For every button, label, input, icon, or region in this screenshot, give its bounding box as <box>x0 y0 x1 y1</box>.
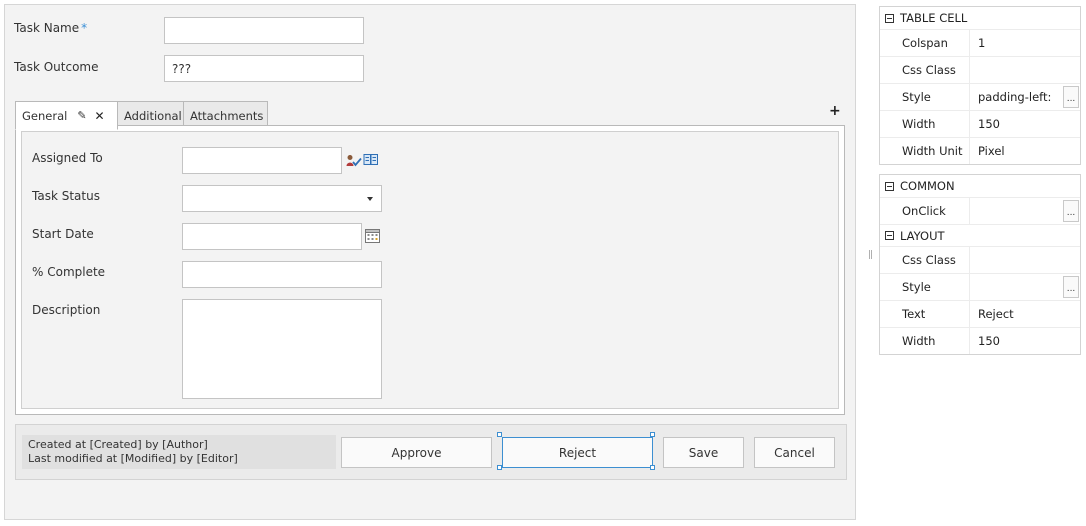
close-icon[interactable]: ✕ <box>95 109 105 123</box>
section-title: TABLE CELL <box>900 11 968 25</box>
property-name: Text <box>880 301 970 327</box>
selection-handle-bottom-right[interactable] <box>650 465 655 470</box>
save-button[interactable]: Save <box>663 437 744 468</box>
property-name: Css Class <box>880 247 970 273</box>
property-value-text: padding-left: <box>978 90 1052 104</box>
tab-panel-general: Assigned To Task Status Start Date % Com… <box>15 125 845 415</box>
table-cell-properties-panel: TABLE CELL Colspan 1 Css Class Style pad… <box>879 6 1081 165</box>
description-label: Description <box>32 303 101 317</box>
panel-splitter[interactable]: || <box>868 250 873 260</box>
property-value[interactable] <box>970 247 1080 273</box>
ellipsis-button[interactable]: ... <box>1063 276 1079 298</box>
property-row-width[interactable]: Width 150 <box>880 110 1080 137</box>
property-name: Width <box>880 328 970 354</box>
audit-info: Created at [Created] by [Author] Last mo… <box>22 435 336 469</box>
property-name: Colspan <box>880 30 970 56</box>
plus-icon[interactable]: + <box>829 103 841 119</box>
required-marker: * <box>81 21 88 35</box>
table-cell-section-header[interactable]: TABLE CELL <box>880 7 1080 29</box>
people-picker-icon[interactable] <box>346 154 362 168</box>
property-name: Css Class <box>880 57 970 83</box>
task-outcome-input[interactable]: ??? <box>164 55 364 82</box>
assigned-to-label: Assigned To <box>32 151 103 165</box>
property-name: Width <box>880 111 970 137</box>
tab-attachments-label: Attachments <box>190 108 264 123</box>
property-value[interactable]: Pixel <box>970 138 1080 164</box>
property-row-width[interactable]: Width 150 <box>880 327 1080 354</box>
cancel-button[interactable]: Cancel <box>754 437 835 468</box>
reject-button[interactable]: Reject <box>502 437 653 468</box>
percent-complete-input[interactable] <box>182 261 382 288</box>
section-title: COMMON <box>900 179 955 193</box>
general-fields-container: Assigned To Task Status Start Date % Com… <box>21 131 839 409</box>
property-row-width-unit[interactable]: Width Unit Pixel <box>880 137 1080 164</box>
property-value[interactable]: 150 <box>970 111 1080 137</box>
selection-handle-top-left[interactable] <box>497 432 502 437</box>
common-section-header[interactable]: COMMON <box>880 175 1080 197</box>
property-value[interactable]: padding-left: ... <box>970 84 1080 110</box>
assigned-to-input[interactable] <box>182 147 342 174</box>
approve-button[interactable]: Approve <box>341 437 492 468</box>
modified-info-text: Last modified at [Modified] by [Editor] <box>28 452 238 465</box>
property-row-css-class[interactable]: Css Class <box>880 56 1080 83</box>
property-row-onclick[interactable]: OnClick ... <box>880 197 1080 224</box>
selection-handle-bottom-left[interactable] <box>497 465 502 470</box>
collapse-icon[interactable] <box>885 181 894 191</box>
property-name: OnClick <box>880 198 970 224</box>
property-name: Style <box>880 84 970 110</box>
property-value[interactable]: 150 <box>970 328 1080 354</box>
task-outcome-label: Task Outcome <box>14 60 99 74</box>
property-name: Style <box>880 274 970 300</box>
description-textarea[interactable] <box>182 299 382 399</box>
property-row-text[interactable]: Text Reject <box>880 300 1080 327</box>
property-value[interactable]: 1 <box>970 30 1080 56</box>
property-value[interactable]: ... <box>970 274 1080 300</box>
ellipsis-button[interactable]: ... <box>1063 86 1079 108</box>
created-info-text: Created at [Created] by [Author] <box>28 438 208 451</box>
property-row-style[interactable]: Style padding-left: ... <box>880 83 1080 110</box>
calendar-icon[interactable] <box>365 229 380 243</box>
form-designer-canvas: Task Name * Task Outcome ??? General ✎ ✕ … <box>4 4 856 520</box>
task-status-label: Task Status <box>32 189 100 203</box>
collapse-icon[interactable] <box>885 231 894 240</box>
ellipsis-button[interactable]: ... <box>1063 200 1079 222</box>
task-name-input[interactable] <box>164 17 364 44</box>
start-date-label: Start Date <box>32 227 94 241</box>
percent-complete-label: % Complete <box>32 265 106 279</box>
layout-section-header[interactable]: LAYOUT <box>880 224 1080 246</box>
section-title: LAYOUT <box>900 228 945 243</box>
tab-general[interactable]: General ✎ ✕ <box>15 101 118 130</box>
pencil-icon[interactable]: ✎ <box>77 109 86 122</box>
property-value[interactable]: Reject <box>970 301 1080 327</box>
start-date-input[interactable] <box>182 223 362 250</box>
task-status-select[interactable] <box>182 185 382 212</box>
tab-additional-label: Additional <box>124 108 182 123</box>
address-book-icon[interactable] <box>363 153 379 167</box>
property-row-style[interactable]: Style ... <box>880 273 1080 300</box>
property-row-colspan[interactable]: Colspan 1 <box>880 29 1080 56</box>
button-properties-panel: COMMON OnClick ... LAYOUT Css Class Styl… <box>879 174 1081 355</box>
chevron-down-icon <box>367 197 373 201</box>
property-value[interactable] <box>970 57 1080 83</box>
collapse-icon[interactable] <box>885 13 894 23</box>
property-name: Width Unit <box>880 138 970 164</box>
property-value[interactable]: ... <box>970 198 1080 224</box>
form-footer: Created at [Created] by [Author] Last mo… <box>15 424 847 480</box>
property-row-css-class[interactable]: Css Class <box>880 246 1080 273</box>
task-name-label: Task Name * <box>14 21 88 35</box>
tab-general-label: General <box>22 108 68 123</box>
selection-handle-top-right[interactable] <box>650 432 655 437</box>
